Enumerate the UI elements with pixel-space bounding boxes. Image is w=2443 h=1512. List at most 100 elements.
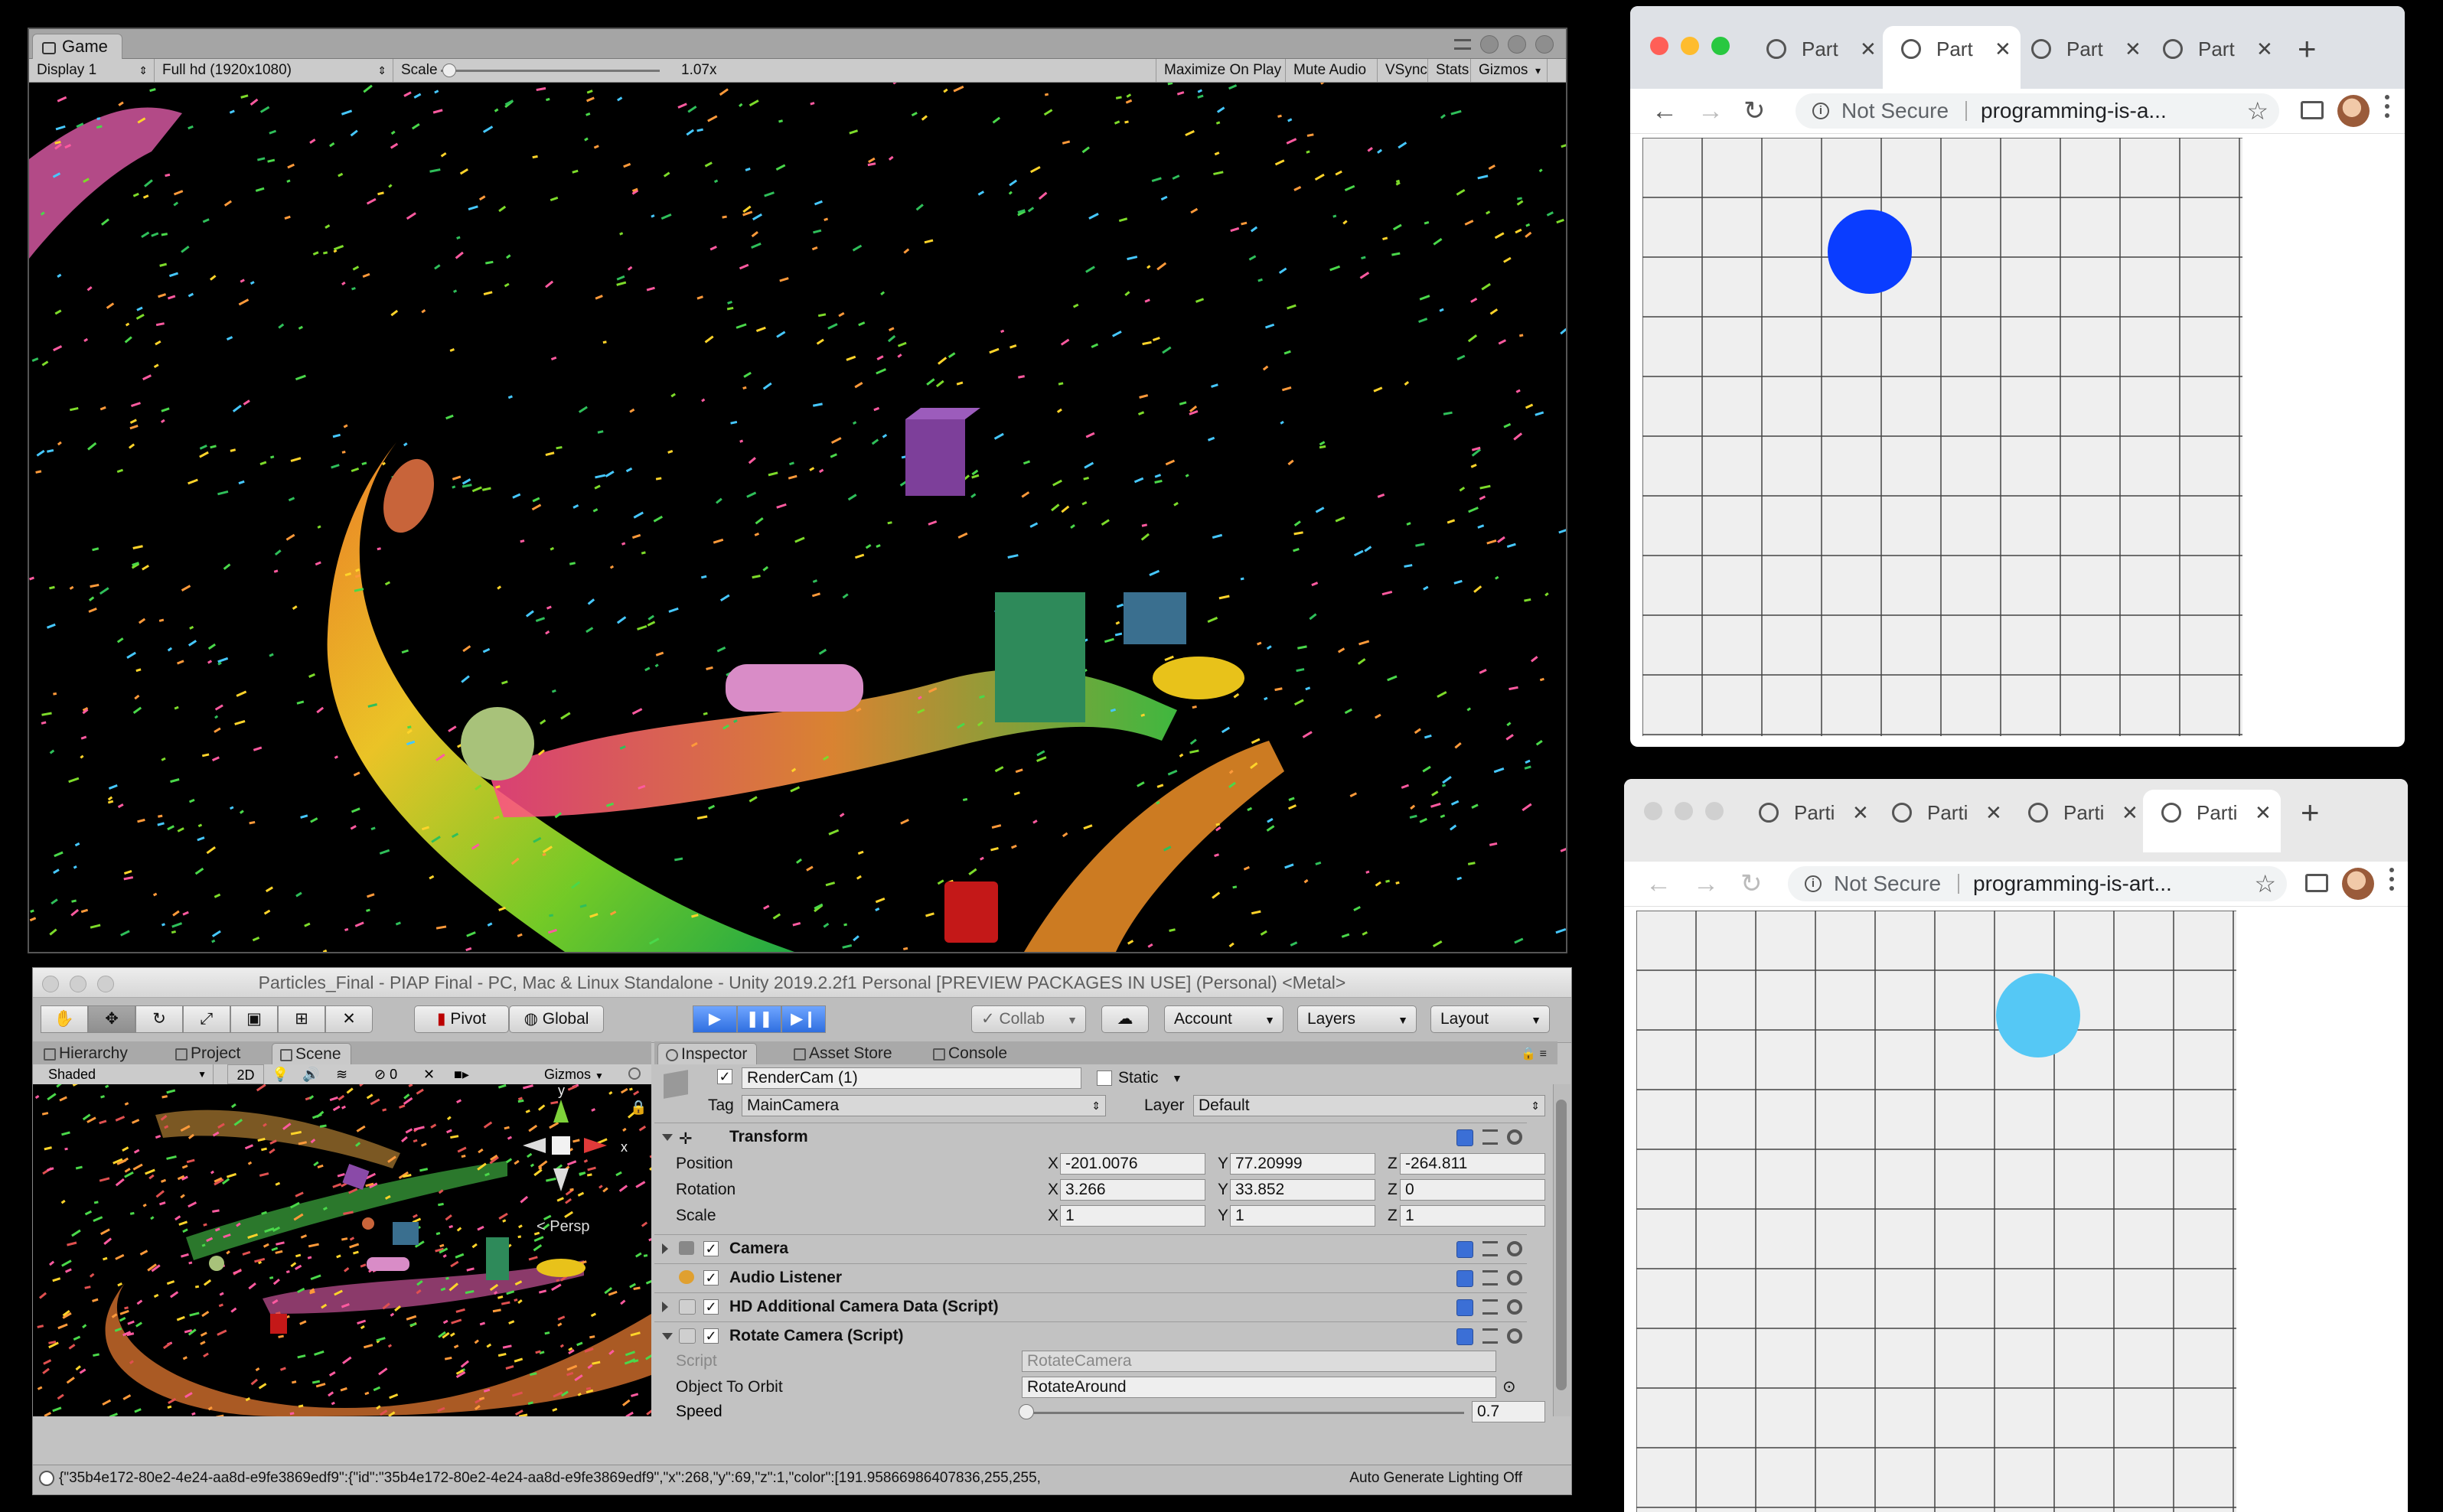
star-icon[interactable]: ☆ bbox=[2246, 93, 2268, 129]
lock-icon[interactable]: 🔒 ≡ bbox=[1521, 1046, 1547, 1061]
close-tab-icon[interactable]: ✕ bbox=[2255, 790, 2272, 836]
settings-slider-icon[interactable] bbox=[1482, 1129, 1498, 1145]
close-button[interactable] bbox=[42, 976, 59, 992]
expand-icon[interactable] bbox=[662, 1302, 668, 1312]
scale-z-field[interactable]: 1 bbox=[1400, 1205, 1545, 1227]
rotate-camera-header[interactable]: ✓ Rotate Camera (Script) bbox=[654, 1321, 1527, 1350]
audio-listener-enabled-checkbox[interactable]: ✓ bbox=[703, 1270, 719, 1286]
reload-icon[interactable]: ↻ bbox=[1740, 862, 1763, 906]
tab-hierarchy[interactable]: Hierarchy bbox=[36, 1043, 137, 1064]
sketch-canvas[interactable] bbox=[1636, 910, 2236, 1512]
position-x-field[interactable]: -201.0076 bbox=[1060, 1153, 1205, 1175]
pause-button[interactable]: ❚❚ bbox=[737, 1005, 781, 1033]
mute-audio-button[interactable]: Mute Audio bbox=[1286, 59, 1378, 82]
tab-scene[interactable]: Scene bbox=[272, 1043, 351, 1065]
audio-listener-header[interactable]: ✓ Audio Listener bbox=[654, 1263, 1527, 1292]
forward-arrow-icon[interactable]: → bbox=[1693, 862, 1719, 906]
browser-tab[interactable]: Parti ✕ bbox=[2028, 790, 2151, 852]
gear-icon[interactable] bbox=[1507, 1241, 1522, 1256]
resolution-dropdown[interactable]: Full hd (1920x1080) ⇕ bbox=[155, 59, 393, 82]
rotation-x-field[interactable]: 3.266 bbox=[1060, 1179, 1205, 1201]
address-bar[interactable]: i Not Secure programming-is-art... ☆ bbox=[1788, 866, 2287, 901]
star-icon[interactable]: ☆ bbox=[2254, 866, 2276, 901]
speed-slider-handle[interactable] bbox=[1019, 1404, 1034, 1419]
close-button[interactable] bbox=[1535, 35, 1554, 54]
minimize-button[interactable] bbox=[1675, 802, 1693, 820]
browser-tab-active[interactable]: Parti ✕ bbox=[2143, 790, 2281, 852]
tab-game[interactable]: Game bbox=[32, 34, 122, 59]
axis-neg-y-cone[interactable] bbox=[553, 1168, 569, 1191]
close-button[interactable] bbox=[1650, 37, 1668, 55]
back-arrow-icon[interactable]: ← bbox=[1652, 89, 1678, 133]
stats-button[interactable]: Stats bbox=[1428, 59, 1471, 82]
tag-dropdown[interactable]: MainCamera ⇕ bbox=[742, 1095, 1106, 1116]
camera-component-header[interactable]: ✓ Camera bbox=[654, 1234, 1527, 1263]
lighting-icon[interactable]: 💡 bbox=[272, 1064, 289, 1084]
settings-slider-icon[interactable] bbox=[1482, 1299, 1498, 1315]
gizmos-dropdown[interactable]: Gizmos ▼ bbox=[544, 1064, 615, 1086]
global-toggle[interactable]: ◍ Global bbox=[509, 1005, 604, 1033]
status-message[interactable]: {"35b4e172-80e2-4e24-aa8d-e9fe3869edf9":… bbox=[59, 1470, 1041, 1486]
address-bar[interactable]: i Not Secure programming-is-a... ☆ bbox=[1796, 93, 2279, 129]
browser-tab[interactable]: Parti ✕ bbox=[1759, 790, 1881, 852]
zoom-button[interactable] bbox=[97, 976, 114, 992]
object-to-orbit-field[interactable]: RotateAround bbox=[1022, 1377, 1496, 1398]
position-z-field[interactable]: -264.811 bbox=[1400, 1153, 1545, 1175]
light-blue-circle[interactable] bbox=[1996, 973, 2080, 1057]
cast-icon[interactable] bbox=[2305, 874, 2328, 892]
settings-slider-icon[interactable] bbox=[1482, 1328, 1498, 1344]
collab-dropdown[interactable]: ✓ Collab ▼ bbox=[971, 1005, 1086, 1033]
gear-icon[interactable] bbox=[1507, 1270, 1522, 1286]
position-y-field[interactable]: 77.20999 bbox=[1230, 1153, 1375, 1175]
back-arrow-icon[interactable]: ← bbox=[1646, 862, 1672, 906]
tab-inspector[interactable]: Inspector bbox=[657, 1043, 758, 1065]
avatar[interactable] bbox=[2337, 95, 2370, 127]
tab-console[interactable]: Console bbox=[925, 1043, 1016, 1064]
gear-icon[interactable] bbox=[1507, 1129, 1522, 1145]
settings-slider-icon[interactable] bbox=[1482, 1270, 1498, 1286]
new-tab-button[interactable]: + bbox=[2301, 790, 2320, 836]
2d-toggle[interactable]: 2D bbox=[227, 1064, 264, 1084]
game-viewport[interactable] bbox=[29, 83, 1566, 952]
layer-dropdown[interactable]: Default ⇕ bbox=[1193, 1095, 1545, 1116]
move-tool-button[interactable]: ✥ bbox=[88, 1005, 135, 1033]
vsync-button[interactable]: VSync bbox=[1378, 59, 1428, 82]
gear-icon[interactable] bbox=[1507, 1299, 1522, 1315]
transform-header[interactable]: ✛ Transform bbox=[654, 1123, 1527, 1151]
minimize-button[interactable] bbox=[1480, 35, 1499, 54]
collapse-icon[interactable] bbox=[662, 1333, 673, 1340]
avatar[interactable] bbox=[2342, 868, 2374, 900]
more-menu-icon[interactable] bbox=[2385, 95, 2389, 122]
minimize-button[interactable] bbox=[1681, 37, 1699, 55]
scene-orientation-gizmo[interactable] bbox=[523, 1100, 607, 1191]
hd-camera-data-header[interactable]: ✓ HD Additional Camera Data (Script) bbox=[654, 1292, 1527, 1321]
close-tab-icon[interactable]: ✕ bbox=[2256, 26, 2273, 72]
blue-circle[interactable] bbox=[1828, 210, 1912, 294]
scale-slider-track[interactable] bbox=[441, 70, 660, 72]
scale-y-field[interactable]: 1 bbox=[1230, 1205, 1375, 1227]
tab-project[interactable]: Project bbox=[168, 1043, 250, 1064]
browser-tab-active[interactable]: Part ✕ bbox=[1883, 26, 2021, 89]
custom-tool-button[interactable]: ✕ bbox=[325, 1005, 373, 1033]
close-tab-icon[interactable]: ✕ bbox=[1985, 790, 2002, 836]
info-icon[interactable]: i bbox=[1812, 103, 1829, 119]
static-checkbox[interactable] bbox=[1097, 1070, 1112, 1086]
effects-icon[interactable]: ≋ bbox=[336, 1064, 347, 1084]
object-picker-icon[interactable]: ⊙ bbox=[1502, 1377, 1516, 1398]
forward-arrow-icon[interactable]: → bbox=[1698, 89, 1724, 133]
gizmos-button[interactable]: Gizmos ▾ bbox=[1471, 59, 1548, 82]
reload-icon[interactable]: ↻ bbox=[1743, 89, 1766, 133]
zoom-button[interactable] bbox=[1711, 37, 1730, 55]
sketch-canvas[interactable] bbox=[1642, 137, 2242, 736]
gizmo-center-cube[interactable] bbox=[552, 1136, 570, 1155]
settings-slider-icon[interactable] bbox=[1482, 1241, 1498, 1256]
browser-tab[interactable]: Part ✕ bbox=[2163, 26, 2285, 89]
search-icon[interactable] bbox=[628, 1067, 641, 1080]
shading-dropdown[interactable]: Shaded ▼ bbox=[33, 1064, 214, 1084]
browser-tab[interactable]: Parti ✕ bbox=[1892, 790, 2014, 852]
more-menu-icon[interactable] bbox=[2389, 868, 2394, 895]
book-icon[interactable] bbox=[1456, 1241, 1473, 1258]
rotate-tool-button[interactable]: ↻ bbox=[135, 1005, 183, 1033]
book-icon[interactable] bbox=[1456, 1129, 1473, 1146]
scale-x-field[interactable]: 1 bbox=[1060, 1205, 1205, 1227]
